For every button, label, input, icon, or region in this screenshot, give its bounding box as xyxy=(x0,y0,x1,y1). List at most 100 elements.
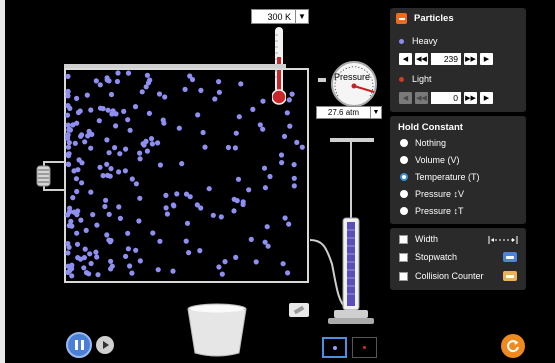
radio-volume[interactable]: Volume (V) xyxy=(400,155,460,165)
view-option-particles[interactable] xyxy=(322,337,347,358)
radio-button[interactable] xyxy=(400,156,408,164)
width-ruler-icon xyxy=(488,236,518,244)
heavy-molecule xyxy=(70,122,76,128)
light-decrement-icon[interactable]: ◀ xyxy=(399,92,412,104)
heavy-molecule xyxy=(65,132,71,138)
collision-counter-checkbox[interactable] xyxy=(399,271,408,281)
reset-icon xyxy=(507,340,519,353)
radio-button-selected[interactable] xyxy=(400,173,408,181)
chevron-down-icon[interactable]: ▼ xyxy=(295,10,308,23)
heavy-molecule xyxy=(225,144,231,151)
heavy-molecule xyxy=(179,161,185,167)
heavy-increment-icon[interactable]: ▶ xyxy=(480,53,493,65)
heavy-molecule xyxy=(97,82,103,88)
heavy-molecule xyxy=(212,96,218,102)
heavy-decrement-icon[interactable]: ◀ xyxy=(399,53,412,65)
heavy-molecule xyxy=(233,254,239,260)
heavy-molecule xyxy=(125,70,132,76)
temperature-readout[interactable]: 300 K ▼ xyxy=(251,9,309,24)
radio-label: Temperature (T) xyxy=(415,172,480,182)
chevron-down-icon[interactable]: ▼ xyxy=(370,107,381,118)
bicycle-pump[interactable] xyxy=(306,134,376,326)
particle-bucket[interactable] xyxy=(186,303,248,358)
light-increment-icon[interactable]: ▶ xyxy=(480,92,493,104)
stopwatch-checkbox[interactable] xyxy=(399,252,408,262)
heavy-molecule xyxy=(106,211,112,217)
heavy-decrement-fast-icon[interactable]: ◀◀ xyxy=(415,53,428,65)
radio-label: Pressure ↕T xyxy=(415,206,464,216)
heavy-molecule xyxy=(70,195,76,201)
heavy-molecule xyxy=(104,161,110,167)
radio-pressure-t[interactable]: Pressure ↕T xyxy=(400,206,464,216)
pressure-value: 27.6 atm xyxy=(327,108,360,117)
heavy-molecule xyxy=(186,250,192,256)
collision-counter-icon xyxy=(503,271,517,281)
pressure-readout[interactable]: 27.6 atm ▼ xyxy=(316,106,382,119)
heavy-molecule xyxy=(210,212,216,218)
light-increment-fast-icon[interactable]: ▶▶ xyxy=(464,92,477,104)
heavy-molecule xyxy=(72,140,78,146)
heavy-molecule xyxy=(86,128,92,134)
radio-temperature[interactable]: Temperature (T) xyxy=(400,172,480,182)
stopwatch-checkbox-row[interactable]: Stopwatch xyxy=(399,252,457,262)
reset-button[interactable] xyxy=(501,334,525,358)
heavy-molecule xyxy=(109,111,115,117)
hold-constant-panel: Hold Constant Nothing Volume (V) Tempera… xyxy=(390,116,526,224)
heavy-molecule xyxy=(96,118,102,124)
heavy-molecule xyxy=(65,112,71,118)
heavy-molecule xyxy=(137,150,143,156)
stopwatch-icon xyxy=(503,252,517,262)
heavy-molecule xyxy=(127,263,133,269)
heavy-molecule xyxy=(236,114,242,120)
heavy-molecule xyxy=(106,150,112,156)
step-button[interactable] xyxy=(96,336,114,354)
heavy-molecule xyxy=(117,151,123,157)
width-checkbox[interactable] xyxy=(399,234,408,244)
heavy-molecule xyxy=(286,97,292,103)
heavy-molecule xyxy=(287,123,293,129)
light-decrement-fast-icon[interactable]: ◀◀ xyxy=(415,92,428,104)
heavy-molecule xyxy=(132,104,139,110)
heavy-molecule xyxy=(82,139,88,145)
light-count-field[interactable]: 0 xyxy=(431,92,461,104)
heavy-molecule xyxy=(143,84,149,90)
heavy-molecule xyxy=(219,271,225,277)
heavy-molecule xyxy=(74,95,80,101)
heavy-molecule xyxy=(75,208,81,214)
heavy-count-field[interactable]: 239 xyxy=(431,53,461,65)
heavy-molecule xyxy=(86,271,92,277)
pressure-gauge xyxy=(318,61,377,106)
view-option-energy[interactable] xyxy=(352,337,377,358)
pause-icon-bar xyxy=(80,340,84,350)
heavy-particle-icon xyxy=(399,39,404,44)
heavy-molecule xyxy=(65,103,71,109)
pause-button[interactable] xyxy=(66,332,92,358)
heavy-molecule xyxy=(231,196,237,202)
heavy-molecule xyxy=(261,165,268,171)
heavy-molecule xyxy=(102,203,108,210)
heavy-molecule xyxy=(82,246,88,252)
heavy-molecule xyxy=(253,259,259,265)
container-handle[interactable] xyxy=(34,156,66,196)
collision-counter-checkbox-row[interactable]: Collision Counter xyxy=(399,271,484,281)
heavy-molecule xyxy=(108,91,115,98)
heavy-molecule xyxy=(79,132,85,138)
radio-pressure-v[interactable]: Pressure ↕V xyxy=(400,189,464,199)
radio-button[interactable] xyxy=(400,207,408,215)
radio-button[interactable] xyxy=(400,139,408,147)
heavy-molecule xyxy=(155,140,161,146)
radio-nothing[interactable]: Nothing xyxy=(400,138,446,148)
radio-button[interactable] xyxy=(400,190,408,198)
heavy-molecule xyxy=(74,230,80,236)
heavy-molecule xyxy=(88,189,94,195)
heavy-molecule xyxy=(129,176,135,182)
heavy-molecule xyxy=(113,123,119,129)
eraser-button[interactable] xyxy=(289,303,309,317)
heavy-molecule xyxy=(163,192,169,198)
width-checkbox-row[interactable]: Width xyxy=(399,234,438,244)
light-particle-icon xyxy=(399,77,404,82)
heavy-molecule xyxy=(85,133,91,139)
heavy-molecule xyxy=(137,195,143,201)
heavy-increment-fast-icon[interactable]: ▶▶ xyxy=(464,53,477,65)
collapse-icon[interactable] xyxy=(396,13,407,24)
